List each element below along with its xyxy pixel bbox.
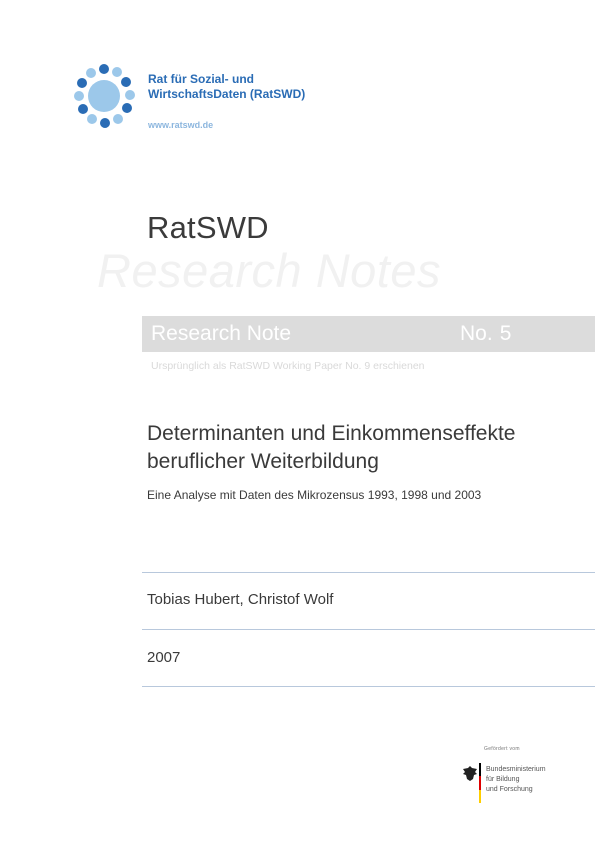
- paper-subtitle: Eine Analyse mit Daten des Mikrozensus 1…: [147, 488, 482, 502]
- divider: [142, 572, 595, 573]
- publication-year: 2007: [147, 649, 181, 666]
- series-watermark: Research Notes: [97, 244, 441, 297]
- funded-by-label: Gefördert vom: [484, 746, 520, 752]
- ratswd-logo-icon: [74, 64, 135, 128]
- authors: Tobias Hubert, Christof Wolf: [147, 591, 334, 608]
- website-link[interactable]: www.ratswd.de: [148, 120, 213, 130]
- org-name: Rat für Sozial- und WirtschaftsDaten (Ra…: [148, 72, 305, 102]
- paper-title-line2: beruflicher Weiterbildung: [147, 450, 379, 473]
- series-brand: RatSWD: [147, 210, 269, 245]
- paper-title: Determinanten und Einkommenseffekte beru…: [147, 420, 587, 476]
- ministry-name: Bundesministerium für Bildung und Forsch…: [486, 765, 546, 795]
- ministry-line2: für Bildung: [486, 776, 520, 783]
- paper-title-line1: Determinanten und Einkommenseffekte: [147, 422, 516, 445]
- divider: [142, 629, 595, 630]
- research-note-number: No. 5: [460, 322, 511, 346]
- org-name-line2: WirtschaftsDaten (RatSWD): [148, 87, 306, 101]
- divider: [142, 686, 595, 687]
- ministry-line1: Bundesministerium: [486, 766, 546, 773]
- org-name-line1: Rat für Sozial- und: [148, 72, 254, 86]
- origin-note: Ursprünglich als RatSWD Working Paper No…: [151, 360, 425, 372]
- research-note-label: Research Note: [151, 322, 292, 345]
- german-flag-stripe: [479, 763, 481, 803]
- note-number-prefix: No.: [460, 322, 493, 345]
- federal-eagle-icon: [463, 766, 477, 781]
- ministry-line3: und Forschung: [486, 786, 533, 793]
- note-number-value: 5: [499, 322, 512, 345]
